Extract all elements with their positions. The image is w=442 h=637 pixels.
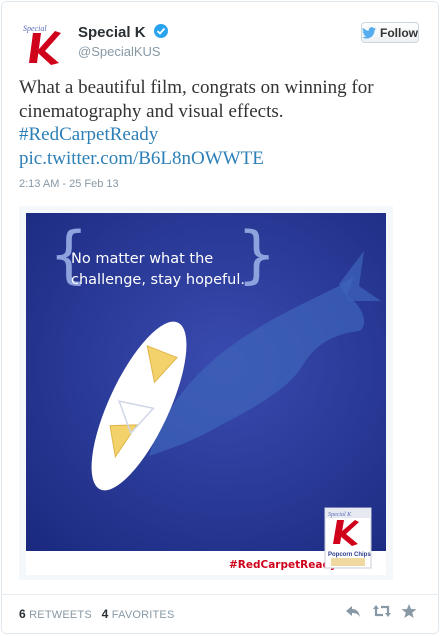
twitter-bird-icon xyxy=(362,26,376,39)
tweet-actions xyxy=(345,603,417,619)
follow-button[interactable]: Follow xyxy=(361,22,419,43)
retweet-icon[interactable] xyxy=(373,603,391,619)
special-k-logo: Special xyxy=(19,19,67,67)
reply-icon[interactable] xyxy=(345,603,361,619)
retweets-label[interactable]: RETWEETS xyxy=(29,609,92,621)
image-quote-line2: challenge, stay hopeful. xyxy=(71,272,245,288)
hashtag-link[interactable]: #RedCarpetReady xyxy=(19,124,158,145)
follow-button-label: Follow xyxy=(380,25,418,40)
favorite-icon[interactable] xyxy=(401,603,417,619)
display-name-text[interactable]: Special K xyxy=(78,24,146,41)
avatar[interactable]: Special xyxy=(19,19,67,67)
product-box: Special K Popcorn Chips xyxy=(324,507,372,569)
box-product-label: Popcorn Chips xyxy=(328,552,371,558)
retweets-count[interactable]: 6 xyxy=(19,607,26,621)
verified-icon xyxy=(153,24,168,38)
image-quote-line1: No matter what the xyxy=(71,251,213,267)
favorites-label[interactable]: FAVORITES xyxy=(112,609,175,621)
tweet-text: What a beautiful film, congrats on winni… xyxy=(19,76,419,170)
favorites-count[interactable]: 4 xyxy=(102,607,109,621)
tweet-stats: 6 RETWEETS 4 FAVORITES xyxy=(19,607,175,621)
pic-link[interactable]: pic.twitter.com/B6L8nOWWTE xyxy=(19,148,264,169)
box-brand-label: Special K xyxy=(328,512,352,518)
image-hashtag: #RedCarpetReady xyxy=(229,559,337,571)
tweet-text-line1: What a beautiful film, congrats on winni… xyxy=(19,77,374,98)
promo-image: { } No matter what the challenge, stay h… xyxy=(26,213,386,575)
user-handle[interactable]: @SpecialKUS xyxy=(78,44,161,59)
svg-text:Special: Special xyxy=(23,24,47,33)
display-name[interactable]: Special K xyxy=(78,24,168,41)
footer-divider xyxy=(1,594,439,595)
timestamp[interactable]: 2:13 AM - 25 Feb 13 xyxy=(19,178,119,190)
tweet-media[interactable]: { } No matter what the challenge, stay h… xyxy=(19,206,393,580)
tweet-text-line2: cinematography and visual effects. xyxy=(19,100,284,122)
